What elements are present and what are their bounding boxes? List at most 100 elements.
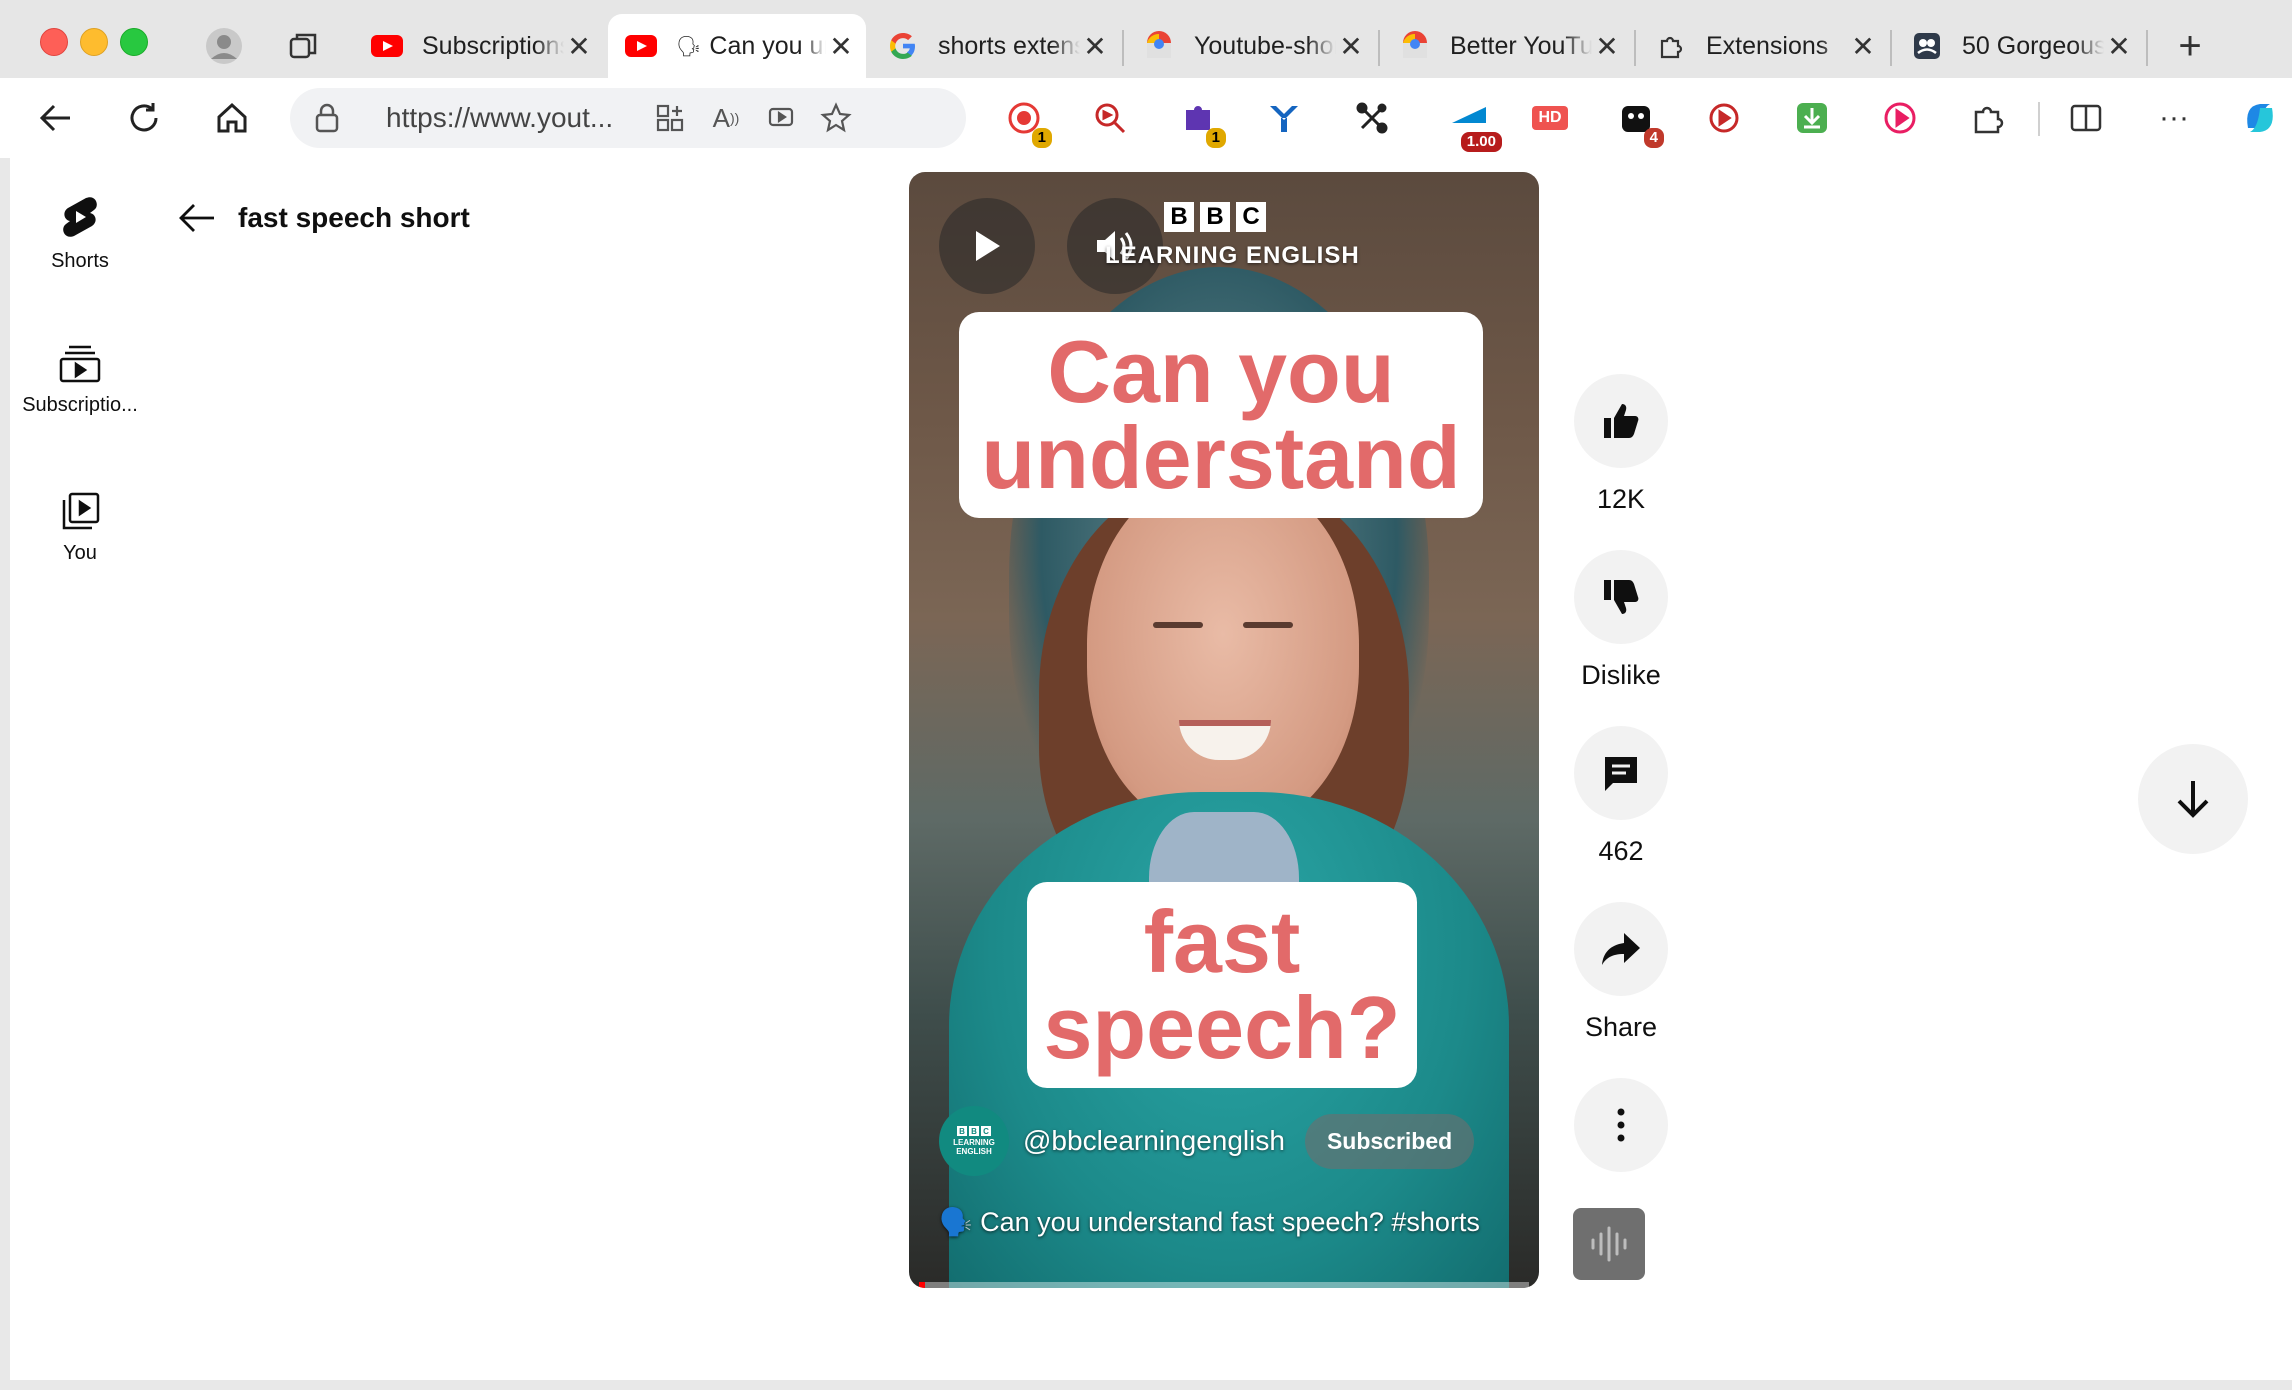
tab-extensions[interactable]: Extensions ✕: [1638, 14, 1888, 78]
close-tab-icon[interactable]: ✕: [2104, 30, 2134, 63]
bbc-subtitle: LEARNING ENGLISH: [1105, 242, 1360, 269]
extension-record-icon[interactable]: 1: [1002, 96, 1052, 148]
shorts-video-player[interactable]: B B C LEARNING ENGLISH Can you understan…: [909, 172, 1539, 1288]
play-button[interactable]: [939, 198, 1035, 294]
dislike-action: Dislike: [1562, 550, 1680, 691]
sidebar-item-you[interactable]: You: [10, 492, 150, 565]
vertical-dots-icon: [1617, 1108, 1625, 1142]
youtube-shorts-page: Shorts Subscriptio... You fast speech sh…: [10, 158, 2292, 1380]
comment-icon: [1605, 757, 1637, 791]
tab-divider: [1634, 30, 1636, 66]
sound-thumbnail[interactable]: [1573, 1208, 1645, 1280]
more-options-button[interactable]: [1574, 1078, 1668, 1172]
chrome-store-icon: [1142, 29, 1176, 63]
video-progress-fill: [919, 1282, 926, 1288]
subscribed-button[interactable]: Subscribed: [1304, 1113, 1475, 1169]
maximize-window-button[interactable]: [120, 28, 148, 56]
like-count: 12K: [1596, 484, 1646, 514]
channel-name[interactable]: @bbclearningenglish: [1023, 1125, 1285, 1157]
workspaces-icon[interactable]: [284, 26, 324, 66]
url-text[interactable]: https://www.yout...: [386, 102, 613, 134]
extension-hd-icon[interactable]: HD: [1528, 96, 1572, 140]
extension-network-icon[interactable]: [1350, 96, 1394, 140]
close-tab-icon[interactable]: ✕: [1848, 30, 1878, 63]
close-tab-icon[interactable]: ✕: [564, 30, 594, 63]
channel-avatar[interactable]: BBC LEARNING ENGLISH: [939, 1106, 1009, 1176]
profile-icon[interactable]: [204, 26, 244, 66]
tab-shorts-extension[interactable]: shorts extension ✕: [870, 14, 1120, 78]
back-button[interactable]: [30, 92, 82, 144]
extension-puzzle-purple-icon[interactable]: 1: [1176, 96, 1226, 148]
extension-search-icon[interactable]: [1088, 96, 1132, 140]
search-query[interactable]: fast speech short: [238, 202, 470, 234]
sidebar-item-subscriptions[interactable]: Subscriptio...: [10, 344, 150, 417]
tab-divider: [1378, 30, 1380, 66]
back-arrow-icon[interactable]: [178, 202, 216, 234]
address-bar[interactable]: https://www.yout... A)): [290, 88, 966, 148]
tab-better-youtube[interactable]: Better YouTube ✕: [1382, 14, 1632, 78]
caption-card-bottom: fast speech?: [1027, 882, 1417, 1088]
bbc-logo: B B C: [1164, 202, 1266, 232]
share-icon: [1602, 933, 1640, 965]
video-copilot-icon[interactable]: [764, 100, 800, 136]
extension-y-icon[interactable]: [1262, 96, 1306, 140]
share-button[interactable]: [1574, 902, 1668, 996]
youtube-icon: [370, 29, 404, 63]
like-button[interactable]: [1574, 374, 1668, 468]
read-aloud-icon[interactable]: A)): [708, 100, 744, 136]
next-video-button[interactable]: [2138, 744, 2248, 854]
new-tab-icon[interactable]: +: [2170, 24, 2210, 68]
home-button[interactable]: [206, 92, 258, 144]
tab-50-gorgeous[interactable]: 50 Gorgeous ✕: [1894, 14, 2144, 78]
app-available-icon[interactable]: [652, 100, 688, 136]
extension-ghost-icon[interactable]: 4: [1614, 96, 1664, 148]
close-tab-icon[interactable]: ✕: [826, 30, 856, 63]
chrome-store-icon: [1398, 29, 1432, 63]
toolbar-divider: [2038, 102, 2040, 136]
thumbs-up-icon: [1604, 404, 1639, 438]
close-tab-icon[interactable]: ✕: [1592, 30, 1622, 63]
close-tab-icon[interactable]: ✕: [1080, 30, 1110, 63]
tab-strip: Subscriptions - YouTube ✕ 🗣 Can you unde…: [0, 0, 2292, 78]
extension-speed-icon[interactable]: 1.00: [1438, 96, 1502, 152]
video-progress-bar[interactable]: [919, 1282, 1529, 1288]
audio-wave-icon: [1591, 1226, 1627, 1262]
comments-button[interactable]: [1574, 726, 1668, 820]
browser-window: Subscriptions - YouTube ✕ 🗣 Can you unde…: [0, 0, 2292, 1390]
extensions-puzzle-icon[interactable]: [1966, 96, 2010, 140]
refresh-button[interactable]: [118, 92, 170, 144]
sidebar-item-shorts[interactable]: Shorts: [10, 196, 150, 273]
extension-replay-icon[interactable]: [1702, 96, 1746, 140]
tab-can-you-understand[interactable]: 🗣 Can you understand fast speech? ✕: [608, 14, 866, 78]
speaking-head-icon: 🗣: [676, 35, 702, 58]
lock-icon[interactable]: [312, 102, 342, 139]
video-presenter-face: [1087, 472, 1359, 832]
share-label: Share: [1584, 1012, 1658, 1042]
comments-action: 462: [1562, 726, 1680, 867]
more-action: [1562, 1078, 1680, 1172]
channel-row: BBC LEARNING ENGLISH @bbclearningenglish…: [939, 1106, 1475, 1176]
close-window-button[interactable]: [40, 28, 68, 56]
split-screen-icon[interactable]: [2064, 96, 2108, 140]
arrow-down-icon: [2177, 781, 2209, 818]
tab-subscriptions[interactable]: Subscriptions - YouTube ✕: [354, 14, 604, 78]
favorite-star-icon[interactable]: [818, 100, 854, 136]
close-tab-icon[interactable]: ✕: [1336, 30, 1366, 63]
dislike-button[interactable]: [1574, 550, 1668, 644]
browser-toolbar: https://www.yout... A)) 1 1 1.00 HD 4 ··…: [0, 78, 2292, 158]
search-back-row: fast speech short: [178, 202, 470, 234]
more-menu-icon[interactable]: ···: [2152, 96, 2196, 140]
video-title[interactable]: 🗣️ Can you understand fast speech? #shor…: [939, 1206, 1480, 1238]
back-arrow-icon: [39, 104, 70, 132]
refresh-icon: [130, 103, 158, 132]
dislike-label: Dislike: [1581, 660, 1661, 690]
tab-divider: [1890, 30, 1892, 66]
minimize-window-button[interactable]: [80, 28, 108, 56]
extension-play-circle-icon[interactable]: [1878, 96, 1922, 140]
tab-youtube-shorts[interactable]: Youtube-shorts ✕: [1126, 14, 1376, 78]
home-icon: [217, 102, 247, 133]
copilot-icon[interactable]: [2238, 96, 2282, 140]
extension-download-icon[interactable]: [1790, 96, 1834, 140]
subscriptions-icon: [59, 345, 101, 383]
thumbs-down-icon: [1604, 580, 1639, 614]
